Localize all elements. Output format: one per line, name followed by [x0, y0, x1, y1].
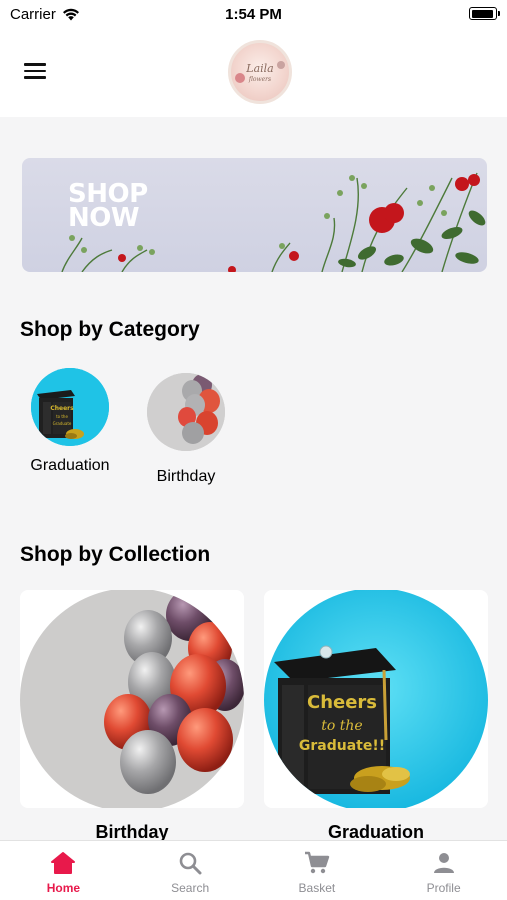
logo-text: Laila: [246, 61, 274, 75]
category-label-graduation: Graduation: [30, 457, 110, 474]
category-section-title: Shop by Category: [20, 318, 200, 341]
graduation-collection-image: Cheers to the Graduate!!: [264, 590, 488, 808]
clock: 1:54 PM: [225, 6, 282, 23]
category-birthday[interactable]: Birthday: [141, 373, 231, 486]
bottom-tab-bar: Home Search Basket Profile: [0, 840, 507, 900]
tab-label-basket: Basket: [298, 881, 336, 895]
tab-home[interactable]: Home: [0, 841, 127, 900]
grad-sign-line2: to the: [321, 718, 362, 734]
grad-sign-line3: Graduate!!: [299, 738, 385, 754]
person-icon: [433, 853, 454, 873]
collection-card-graduation[interactable]: Cheers to the Graduate!!: [264, 590, 488, 808]
banner-line-2: NOW: [68, 203, 140, 233]
svg-text:Cheers: Cheers: [50, 405, 74, 412]
menu-icon[interactable]: [24, 63, 46, 79]
home-icon: [51, 852, 76, 874]
collection-section-title: Shop by Collection: [20, 543, 211, 566]
logo-subtext: flowers: [248, 75, 272, 83]
tab-profile[interactable]: Profile: [380, 841, 507, 900]
shop-now-banner[interactable]: SHOP NOW: [22, 158, 487, 272]
brand-logo[interactable]: Laila flowers: [228, 40, 292, 104]
banner-headline: SHOP NOW: [68, 181, 148, 233]
tab-basket[interactable]: Basket: [254, 841, 381, 900]
category-graduation[interactable]: Cheers to the Graduate Graduation: [25, 368, 115, 475]
tab-label-home: Home: [46, 881, 81, 895]
svg-text:Graduate: Graduate: [53, 421, 72, 426]
tab-label-profile: Profile: [426, 881, 461, 895]
status-bar: Carrier 1:54 PM: [0, 0, 507, 30]
birthday-collection-image: [20, 590, 244, 808]
collection-card-birthday[interactable]: [20, 590, 244, 808]
tab-label-search: Search: [171, 881, 210, 895]
grad-sign-line1: Cheers: [307, 692, 377, 713]
cart-icon: [304, 851, 330, 874]
category-label-birthday: Birthday: [156, 468, 216, 485]
svg-text:to the: to the: [56, 414, 68, 419]
search-icon: [179, 852, 202, 875]
app-header: Laila flowers: [0, 30, 507, 117]
battery-icon: [469, 7, 500, 20]
birthday-thumbnail: [147, 373, 225, 451]
tab-search[interactable]: Search: [127, 841, 254, 900]
graduation-thumbnail: Cheers to the Graduate: [31, 368, 109, 446]
